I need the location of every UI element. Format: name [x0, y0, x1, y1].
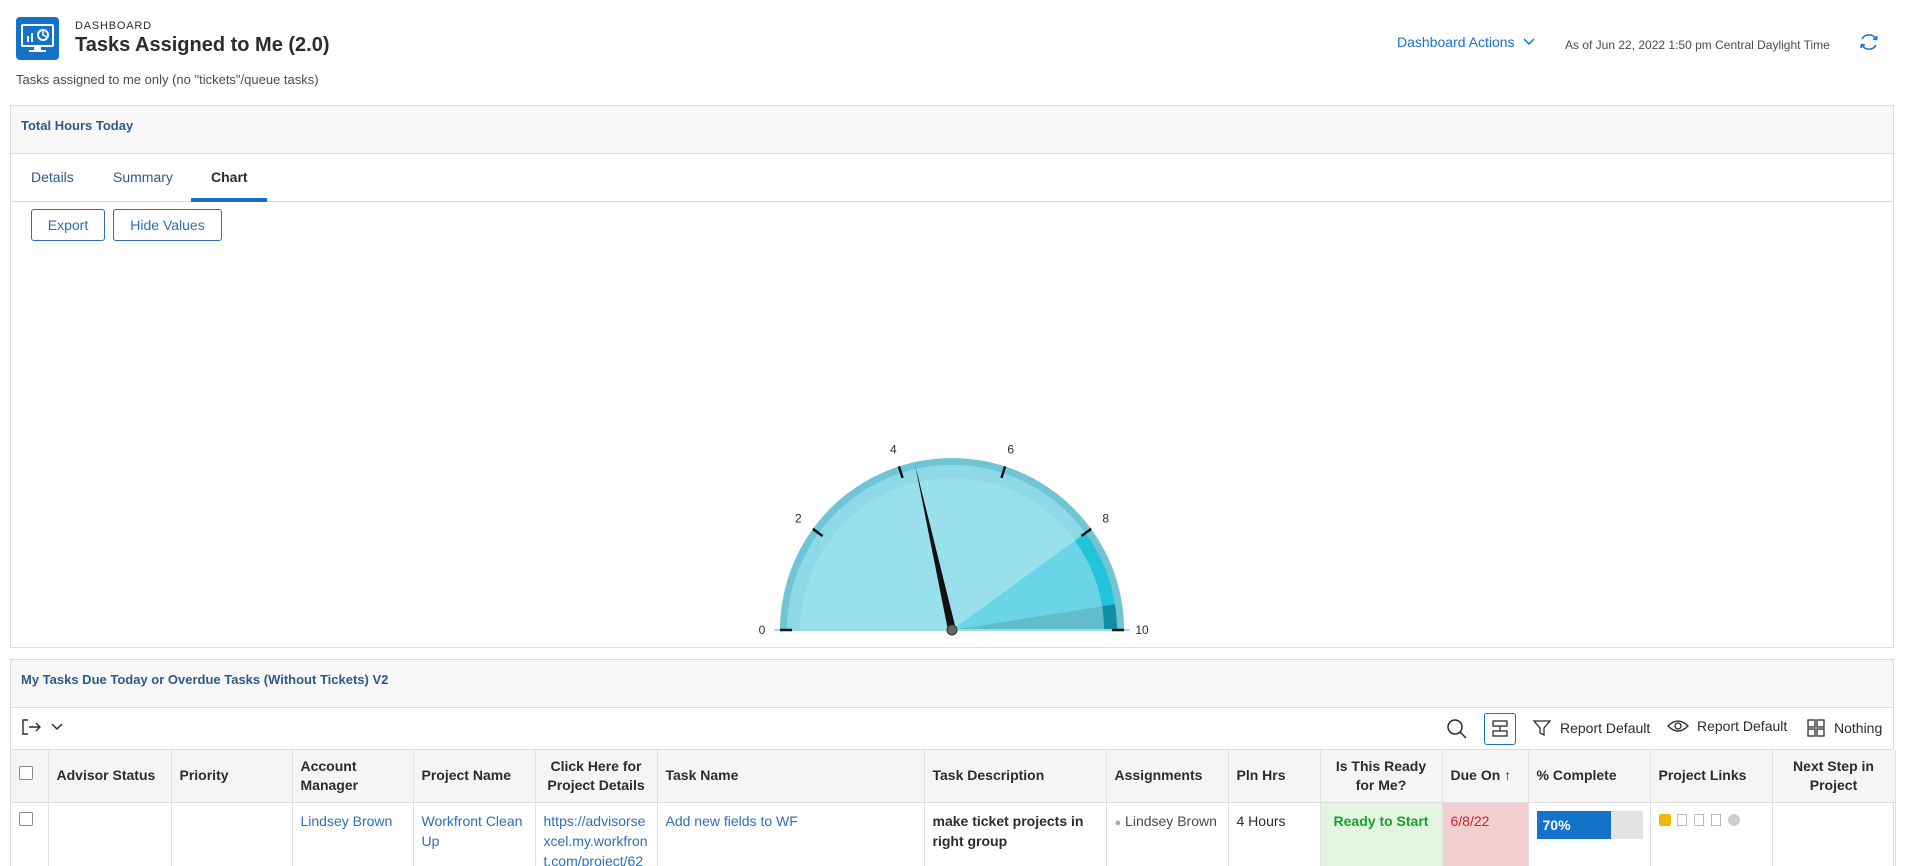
cell-project-name: Workfront Clean Up [413, 802, 536, 866]
search-icon[interactable] [1445, 717, 1469, 741]
gauge-needle-pivot [946, 624, 958, 636]
table-header-row: Advisor Status Priority Account Manager … [11, 750, 1896, 803]
cell-pct-complete: 70% [1528, 802, 1651, 866]
dashboard-actions-label: Dashboard Actions [1397, 34, 1515, 50]
col-header[interactable]: Click Here for Project Details [535, 750, 658, 803]
col-header-label: Due On [1450, 767, 1501, 784]
col-header[interactable]: % Complete [1528, 750, 1651, 803]
page-overline: DASHBOARD [75, 20, 152, 32]
col-header[interactable]: Pln Hrs [1228, 750, 1321, 803]
row-checkbox[interactable] [11, 802, 49, 866]
col-header[interactable]: Task Name [657, 750, 925, 803]
gauge-tick-label: 6 [1007, 442, 1014, 456]
hours-gauge-chart: 0 2 4 6 8 10 [759, 442, 1149, 637]
cell-account-manager: Lindsey Brown [292, 802, 414, 866]
cell-assignments: ● Lindsey Brown [1106, 802, 1229, 866]
gauge-tick-label: 4 [890, 442, 897, 456]
progress-bar-fill: 70% [1536, 810, 1611, 839]
panel-tabs: Details Summary Chart [11, 154, 1893, 202]
progress-bar: 70% [1536, 810, 1643, 839]
col-header[interactable]: Project Name [413, 750, 536, 803]
active-tab-indicator [191, 198, 267, 202]
filter-icon [1532, 720, 1552, 737]
cell-task-description: make ticket projects in right group [924, 802, 1107, 866]
tasks-table: Advisor Status Priority Account Manager … [11, 750, 1896, 866]
assignee-name: Lindsey Brown [1125, 812, 1217, 829]
panel-title: My Tasks Due Today or Overdue Tasks (Wit… [11, 660, 1893, 708]
cell-due-on: 6/8/22 [1442, 802, 1529, 866]
grouping-label: Nothing [1834, 720, 1883, 736]
project-name-link[interactable]: Workfront Clean Up [422, 813, 523, 849]
my-tasks-panel: My Tasks Due Today or Overdue Tasks (Wit… [10, 659, 1896, 866]
table-row: Lindsey Brown Workfront Clean Up https:/… [11, 802, 1896, 866]
report-toolbar: Report Default Report Default Nothing [11, 708, 1893, 750]
col-header[interactable]: Priority [171, 750, 293, 803]
grid-icon [1807, 719, 1825, 737]
gauge-tick-label: 10 [1135, 623, 1149, 637]
hide-values-button[interactable]: Hide Values [113, 209, 222, 241]
sort-ascending-icon: ↑ [1504, 767, 1512, 784]
check-circle-icon[interactable] [1728, 813, 1741, 826]
tab-summary[interactable]: Summary [113, 169, 173, 185]
col-header[interactable]: Account Manager [292, 750, 414, 803]
status-square-icon[interactable] [1658, 813, 1671, 826]
cell-advisor-status [48, 802, 172, 866]
user-icon: ● [1114, 816, 1122, 829]
page-subtitle: Tasks assigned to me only (no "tickets"/… [16, 72, 319, 87]
column-grouping-icon[interactable] [1484, 713, 1516, 745]
col-header[interactable]: Assignments [1106, 750, 1229, 803]
cell-project-details: https://advisorsexcel.my.workfront.com/p… [535, 802, 658, 866]
refresh-icon[interactable] [1857, 30, 1881, 54]
cell-project-links [1650, 802, 1773, 866]
account-manager-link[interactable]: Lindsey Brown [301, 813, 393, 829]
export-button[interactable]: Export [31, 209, 105, 241]
dashboard-icon [16, 17, 59, 60]
export-icon [22, 719, 41, 735]
gauge-tick-label: 8 [1102, 511, 1109, 525]
document-icon[interactable] [1677, 813, 1688, 826]
filter-label: Report Default [1560, 720, 1651, 736]
cell-priority [171, 802, 293, 866]
dashboard-actions-button[interactable]: Dashboard Actions [1397, 34, 1535, 50]
col-header[interactable]: Next Step in Project [1772, 750, 1896, 803]
col-header[interactable]: Is This Ready for Me? [1320, 750, 1443, 803]
filter-menu[interactable]: Report Default [1532, 718, 1650, 738]
col-header[interactable]: Task Description [924, 750, 1107, 803]
col-header[interactable]: Advisor Status [48, 750, 172, 803]
col-header-sorted[interactable]: Due On ↑ [1442, 750, 1529, 803]
cell-task-name: Add new fields to WF [657, 802, 925, 866]
project-details-link[interactable]: https://advisorsexcel.my.workfront.com/p… [544, 813, 648, 866]
eye-icon [1667, 720, 1689, 732]
col-header[interactable]: Project Links [1650, 750, 1773, 803]
page-title: Tasks Assigned to Me (2.0) [75, 34, 330, 56]
cell-pln-hrs: 4 Hours [1228, 802, 1321, 866]
view-menu[interactable]: Report Default [1667, 718, 1787, 734]
view-label: Report Default [1697, 718, 1788, 734]
select-all-checkbox[interactable] [11, 750, 49, 803]
grouping-menu[interactable]: Nothing [1806, 718, 1882, 738]
chevron-down-icon [51, 723, 63, 731]
as-of-timestamp: As of Jun 22, 2022 1:50 pm Central Dayli… [1565, 38, 1830, 52]
task-name-link[interactable]: Add new fields to WF [666, 813, 798, 829]
gauge-tick-label: 0 [759, 623, 766, 637]
cell-next-step [1772, 802, 1896, 866]
export-menu[interactable] [21, 718, 63, 736]
chevron-down-icon [1523, 38, 1535, 46]
dashboard-header: DASHBOARD Tasks Assigned to Me (2.0) Tas… [0, 0, 1910, 100]
gauge-tick-label: 2 [795, 511, 802, 525]
clipboard-icon[interactable] [1711, 813, 1722, 826]
panel-title: Total Hours Today [11, 106, 1893, 154]
cell-ready-status: Ready to Start [1320, 802, 1443, 866]
tab-details[interactable]: Details [31, 169, 74, 185]
tab-chart[interactable]: Chart [211, 169, 248, 185]
copy-icon[interactable] [1694, 813, 1705, 826]
